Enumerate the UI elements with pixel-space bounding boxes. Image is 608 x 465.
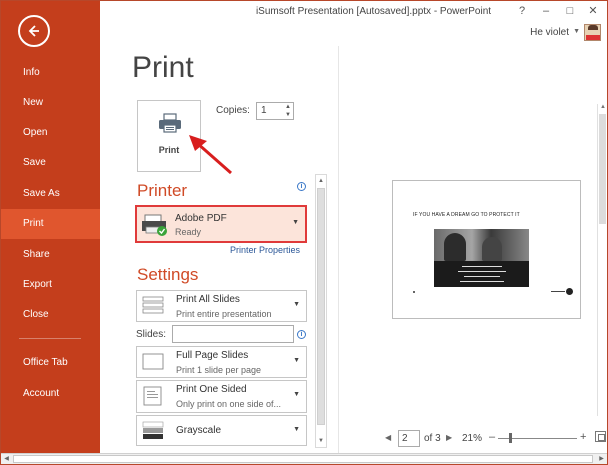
page-total: of 3 (424, 433, 441, 444)
one-sided-page-icon (143, 386, 162, 406)
back-button[interactable] (18, 15, 50, 47)
slide-heading: IF YOU HAVE A DREAM GO TO PROTECT IT (413, 212, 520, 218)
previous-page-button[interactable]: ◀ (385, 433, 391, 442)
chevron-down-icon: ▼ (293, 391, 300, 398)
help-button[interactable]: ? (513, 3, 531, 19)
copies-label: Copies: (216, 105, 250, 116)
setting-subtitle: Only print on one side of... (176, 399, 282, 409)
zoom-level[interactable]: 21% (462, 433, 482, 444)
zoom-slider-thumb[interactable] (509, 433, 512, 443)
sidebar-item-save[interactable]: Save (1, 148, 100, 178)
sidebar-item-share[interactable]: Share (1, 240, 100, 270)
slide-preview: IF YOU HAVE A DREAM GO TO PROTECT IT (392, 180, 581, 319)
info-icon[interactable]: i (297, 182, 306, 191)
chevron-down-icon: ▼ (293, 426, 300, 433)
slide-layout-dropdown[interactable]: Full Page Slides Print 1 slide per page … (136, 346, 307, 378)
chevron-down-icon: ▼ (293, 357, 300, 364)
avatar[interactable] (584, 24, 601, 41)
page-title: Print (132, 51, 194, 84)
info-icon[interactable]: i (297, 330, 306, 339)
scroll-left-icon[interactable]: ◀ (1, 454, 12, 464)
slide-image (434, 229, 529, 287)
zoom-out-button[interactable]: – (489, 431, 495, 443)
chevron-down-icon: ▼ (292, 219, 299, 226)
settings-scrollbar[interactable]: ▲ ▼ (315, 174, 327, 448)
setting-title: Print One Sided (176, 384, 247, 395)
chevron-down-icon[interactable]: ▼ (283, 111, 293, 119)
zoom-to-page-icon[interactable] (595, 431, 606, 442)
color-dropdown[interactable]: Grayscale ▼ (136, 415, 307, 446)
horizontal-scrollbar[interactable]: ◀ ▶ (1, 453, 607, 464)
back-arrow-icon (28, 25, 39, 37)
scroll-right-icon[interactable]: ▶ (596, 454, 607, 464)
grayscale-icon (142, 421, 164, 439)
user-menu-caret-icon[interactable]: ▼ (573, 28, 580, 35)
printer-dropdown[interactable]: Adobe PDF Ready ▼ (135, 205, 307, 243)
sidebar-item-new[interactable]: New (1, 88, 100, 118)
pane-divider (338, 46, 339, 458)
setting-subtitle: Print 1 slide per page (176, 365, 262, 375)
next-page-button[interactable]: ▶ (446, 433, 452, 442)
scrollbar-thumb[interactable] (599, 114, 606, 224)
print-range-dropdown[interactable]: Print All Slides Print entire presentati… (136, 290, 307, 322)
zoom-in-button[interactable]: + (580, 431, 586, 443)
setting-title: Grayscale (176, 425, 222, 436)
sidebar-item-open[interactable]: Open (1, 118, 100, 148)
sidebar-item-export[interactable]: Export (1, 270, 100, 300)
sidebar-item-office-tab[interactable]: Office Tab (1, 348, 100, 378)
scroll-up-icon[interactable]: ▲ (598, 104, 607, 110)
printer-icon (159, 113, 181, 133)
annotation-arrow-icon (189, 135, 232, 175)
settings-heading: Settings (137, 265, 199, 284)
restore-button[interactable]: □ (561, 3, 579, 19)
slides-stack-icon (142, 296, 164, 314)
sidebar-item-save-as[interactable]: Save As (1, 179, 100, 209)
sidebar-divider (19, 338, 81, 339)
sides-dropdown[interactable]: Print One Sided Only print on one side o… (136, 380, 307, 413)
preview-scrollbar[interactable]: ▲ (597, 104, 607, 416)
scrollbar-thumb[interactable] (317, 188, 325, 425)
close-button[interactable]: ✕ (584, 3, 602, 19)
chevron-down-icon: ▼ (293, 301, 300, 308)
scroll-up-icon[interactable]: ▲ (316, 175, 326, 187)
printer-status: Ready (175, 227, 202, 237)
slide-bullet-icon (566, 288, 573, 295)
sidebar-item-print[interactable]: Print (1, 209, 100, 239)
printer-icon (142, 214, 167, 236)
scrollbar-thumb[interactable] (13, 455, 593, 463)
printer-properties-link[interactable]: Printer Properties (230, 245, 300, 255)
setting-title: Full Page Slides (176, 350, 249, 361)
full-page-slide-icon (142, 353, 164, 370)
sidebar-item-info[interactable]: Info (1, 58, 100, 88)
title-bar: iSumsoft Presentation [Autosaved].pptx -… (100, 1, 607, 23)
copies-stepper[interactable]: ▲ ▼ (283, 103, 293, 119)
printer-name: Adobe PDF (175, 213, 227, 224)
chevron-up-icon[interactable]: ▲ (283, 103, 293, 111)
backstage-sidebar: Info New Open Save Save As Print Share E… (1, 1, 100, 453)
powerpoint-window: Info New Open Save Save As Print Share E… (0, 0, 608, 465)
setting-subtitle: Print entire presentation (176, 309, 272, 319)
user-name[interactable]: He violet (530, 27, 569, 38)
page-number-input[interactable]: 2 (398, 430, 420, 447)
slides-input[interactable] (172, 325, 294, 343)
printer-heading: Printer (137, 181, 188, 200)
minimize-button[interactable]: – (537, 3, 555, 19)
slides-label: Slides: (136, 329, 167, 340)
scroll-down-icon[interactable]: ▼ (316, 435, 326, 447)
setting-title: Print All Slides (176, 294, 240, 305)
sidebar-item-account[interactable]: Account (1, 379, 100, 409)
sidebar-item-close[interactable]: Close (1, 300, 100, 330)
